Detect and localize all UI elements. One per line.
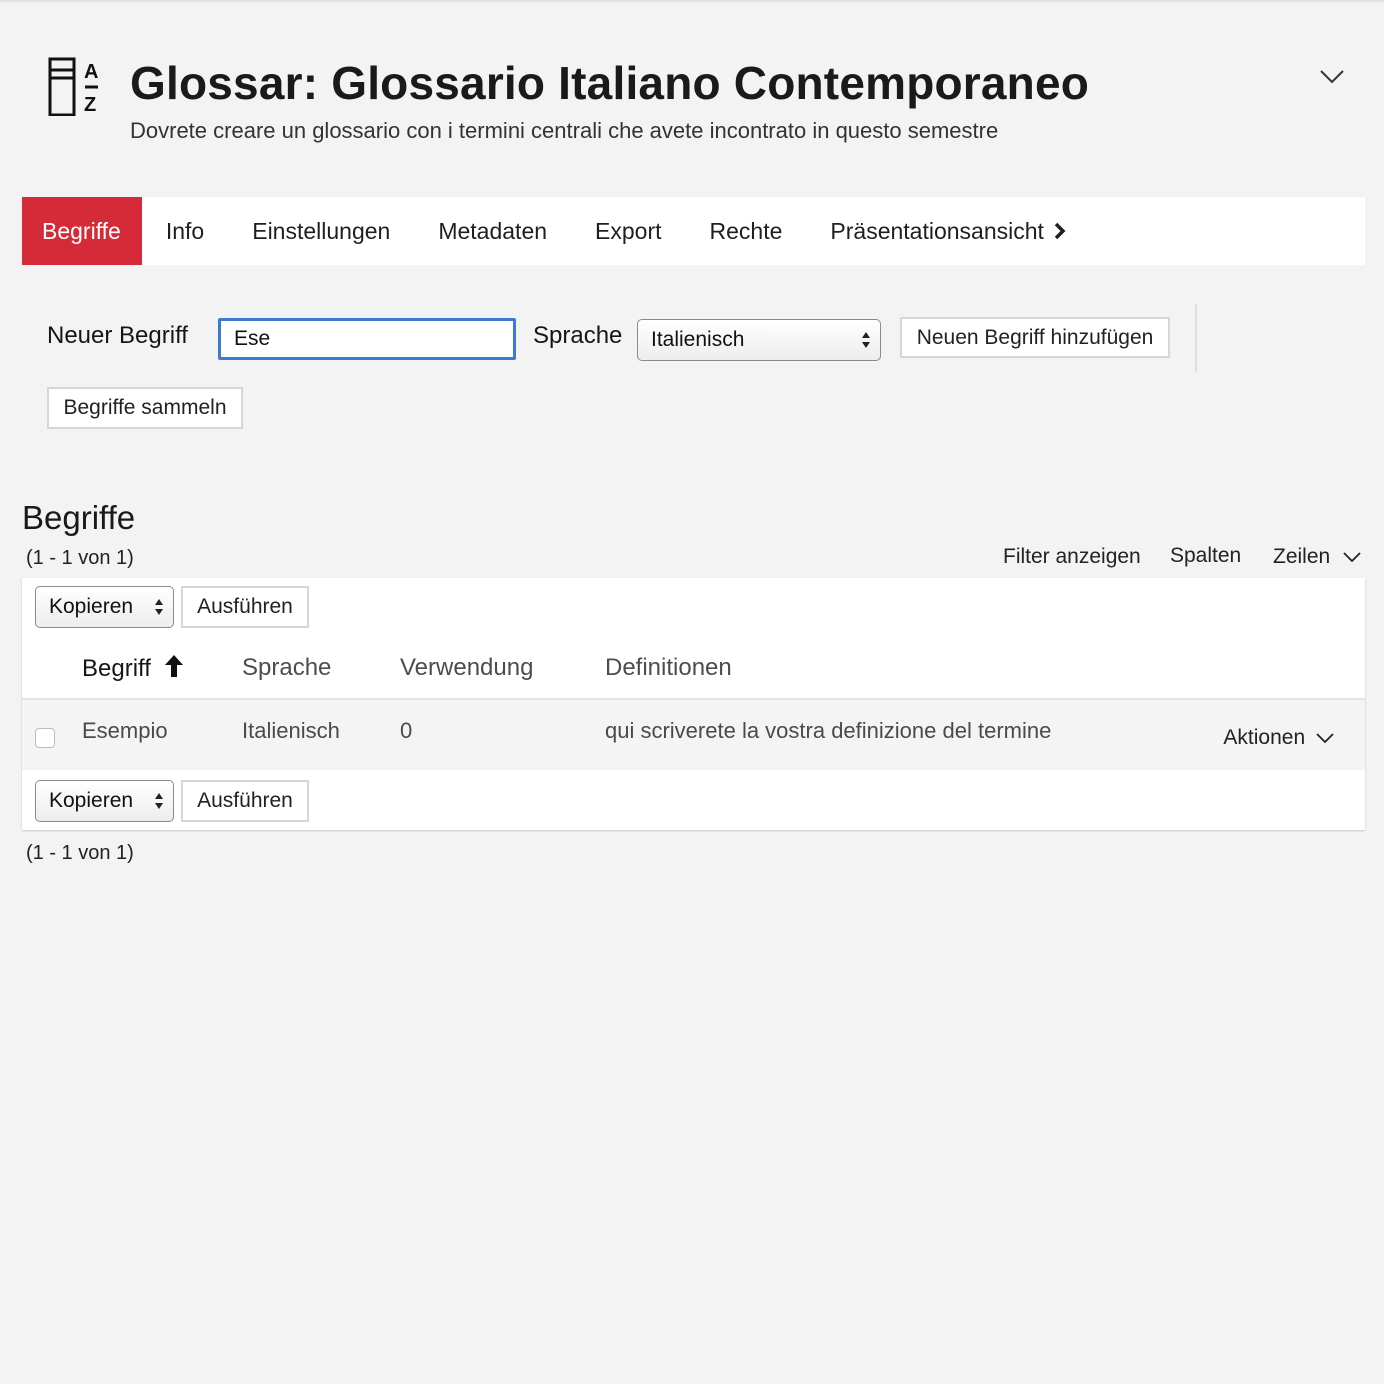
chevron-down-icon: [1316, 733, 1334, 744]
tab-bar: Begriffe Info Einstellungen Metadaten Ex…: [22, 197, 1365, 265]
collect-terms-button[interactable]: Begriffe sammeln: [47, 387, 243, 429]
tab-label: Präsentationsansicht: [830, 217, 1044, 244]
column-header-language[interactable]: Sprache: [242, 654, 331, 682]
chevron-right-icon: [1054, 222, 1066, 240]
bulk-action-value: Kopieren: [49, 595, 134, 618]
column-header-definitions: Definitionen: [605, 654, 732, 681]
page-subtitle: Dovrete creare un glossario con i termin…: [130, 118, 999, 143]
page-header: A Z Glossar: Glossario Italiano Contempo…: [48, 52, 1348, 152]
language-select-value: Italienisch: [651, 328, 745, 351]
bulk-action-select-bottom[interactable]: Kopieren: [35, 780, 174, 822]
divider: [1195, 304, 1197, 372]
tab-metadaten[interactable]: Metadaten: [414, 197, 571, 265]
row-checkbox[interactable]: [35, 728, 55, 748]
actions-label: Aktionen: [1223, 726, 1306, 749]
new-term-input[interactable]: [218, 318, 516, 360]
usage-cell: 0: [400, 718, 413, 743]
chevron-down-icon: [1343, 552, 1361, 563]
tab-label: Metadaten: [438, 217, 548, 244]
new-term-label: Neuer Begriff: [47, 322, 188, 349]
rows-label: Zeilen: [1273, 545, 1331, 568]
chevron-down-icon[interactable]: [1318, 64, 1346, 88]
run-button-bottom[interactable]: Ausführen: [181, 780, 309, 822]
term-link[interactable]: Esempio: [82, 718, 168, 744]
terms-table: Kopieren Ausführen Begriff Sprache Verwe…: [22, 578, 1365, 830]
tab-info[interactable]: Info: [142, 197, 228, 265]
svg-text:A: A: [84, 61, 98, 83]
language-cell: Italienisch: [242, 718, 340, 743]
tab-begriffe[interactable]: Begriffe: [22, 197, 142, 265]
language-select[interactable]: Italienisch: [637, 319, 881, 361]
row-actions-dropdown[interactable]: Aktionen: [1223, 726, 1335, 750]
section-title: Begriffe: [22, 499, 136, 536]
pagination-count-bottom: (1 - 1 von 1): [26, 842, 134, 864]
bulk-action-select-top[interactable]: Kopieren: [35, 586, 174, 628]
columns-toggle[interactable]: Spalten: [1170, 544, 1241, 568]
glossary-az-icon: A Z: [48, 57, 98, 116]
tab-einstellungen[interactable]: Einstellungen: [228, 197, 414, 265]
add-term-button[interactable]: Neuen Begriff hinzufügen: [900, 317, 1170, 358]
sort-ascending-icon: [164, 655, 183, 677]
tab-label: Begriffe: [42, 217, 121, 244]
table-row: Esempio Italienisch 0 qui scriverete la …: [22, 700, 1365, 770]
bulk-action-value: Kopieren: [49, 789, 134, 812]
language-label: Sprache: [533, 322, 623, 349]
tab-export[interactable]: Export: [571, 197, 685, 265]
svg-text:Z: Z: [84, 94, 96, 116]
pagination-count-top: (1 - 1 von 1): [26, 547, 134, 569]
tab-label: Rechte: [709, 217, 783, 244]
run-button-top[interactable]: Ausführen: [181, 586, 309, 628]
page-title: Glossar: Glossario Italiano Contemporane…: [130, 57, 1090, 109]
column-header-label: Begriff: [82, 655, 151, 682]
select-updown-icon: [155, 599, 163, 615]
definition-cell: qui scriverete la vostra definizione del…: [605, 718, 1052, 743]
tab-label: Info: [165, 217, 205, 244]
column-header-usage[interactable]: Verwendung: [400, 654, 533, 682]
select-updown-icon: [155, 793, 163, 809]
rows-dropdown[interactable]: Zeilen: [1273, 545, 1362, 569]
tab-label: Einstellungen: [252, 217, 391, 244]
tab-rechte[interactable]: Rechte: [686, 197, 807, 265]
filter-toggle[interactable]: Filter anzeigen: [1003, 545, 1141, 569]
new-term-form: Neuer Begriff Sprache Italienisch Neuen …: [22, 302, 1222, 442]
tab-praesentationsansicht[interactable]: Präsentationsansicht: [806, 197, 1090, 265]
column-header-term[interactable]: Begriff: [82, 654, 184, 683]
select-updown-icon: [862, 332, 870, 348]
tab-label: Export: [595, 217, 662, 244]
